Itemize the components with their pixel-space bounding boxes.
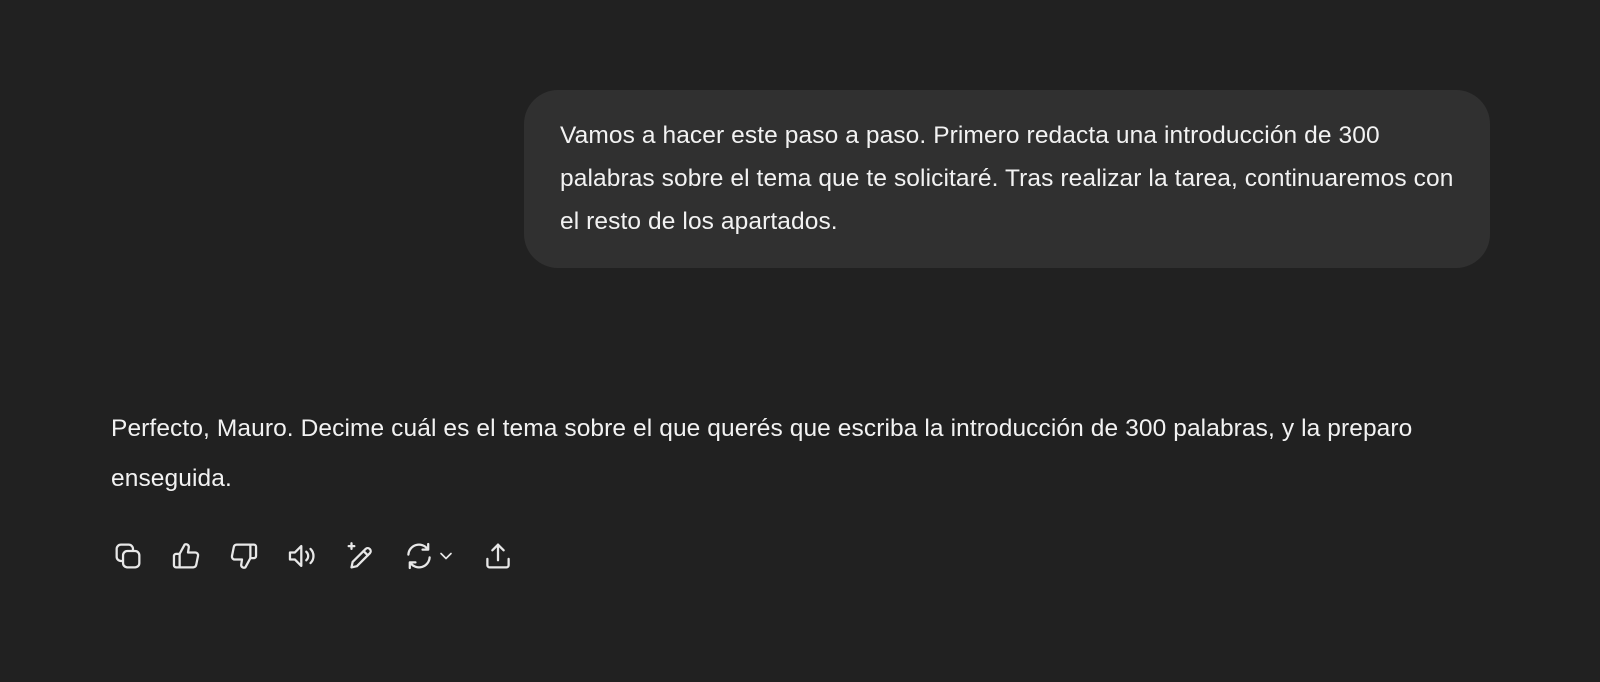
assistant-message-text: Perfecto, Mauro. Decime cuál es el tema … — [111, 415, 1413, 492]
good-response-button[interactable] — [166, 536, 206, 576]
edit-in-canvas-button[interactable] — [340, 536, 380, 576]
read-aloud-icon — [288, 544, 315, 568]
assistant-message: Perfecto, Mauro. Decime cuál es el tema … — [111, 404, 1491, 504]
thumbs-up-icon — [172, 543, 200, 569]
chevron-down-icon — [440, 552, 452, 560]
read-aloud-button[interactable] — [282, 536, 322, 576]
bad-response-button[interactable] — [224, 536, 264, 576]
user-message-bubble: Vamos a hacer este paso a paso. Primero … — [524, 90, 1490, 268]
user-message-text: Vamos a hacer este paso a paso. Primero … — [560, 122, 1454, 235]
message-action-bar — [108, 536, 536, 576]
edit-sparkle-icon — [347, 542, 372, 569]
regenerate-button[interactable] — [398, 536, 460, 576]
copy-button[interactable] — [108, 536, 148, 576]
copy-icon — [115, 543, 141, 569]
share-icon — [486, 543, 510, 569]
regenerate-icon — [407, 542, 431, 570]
thumbs-down-icon — [230, 543, 258, 569]
share-button[interactable] — [478, 536, 518, 576]
chat-thread: Vamos a hacer este paso a paso. Primero … — [0, 0, 1600, 682]
